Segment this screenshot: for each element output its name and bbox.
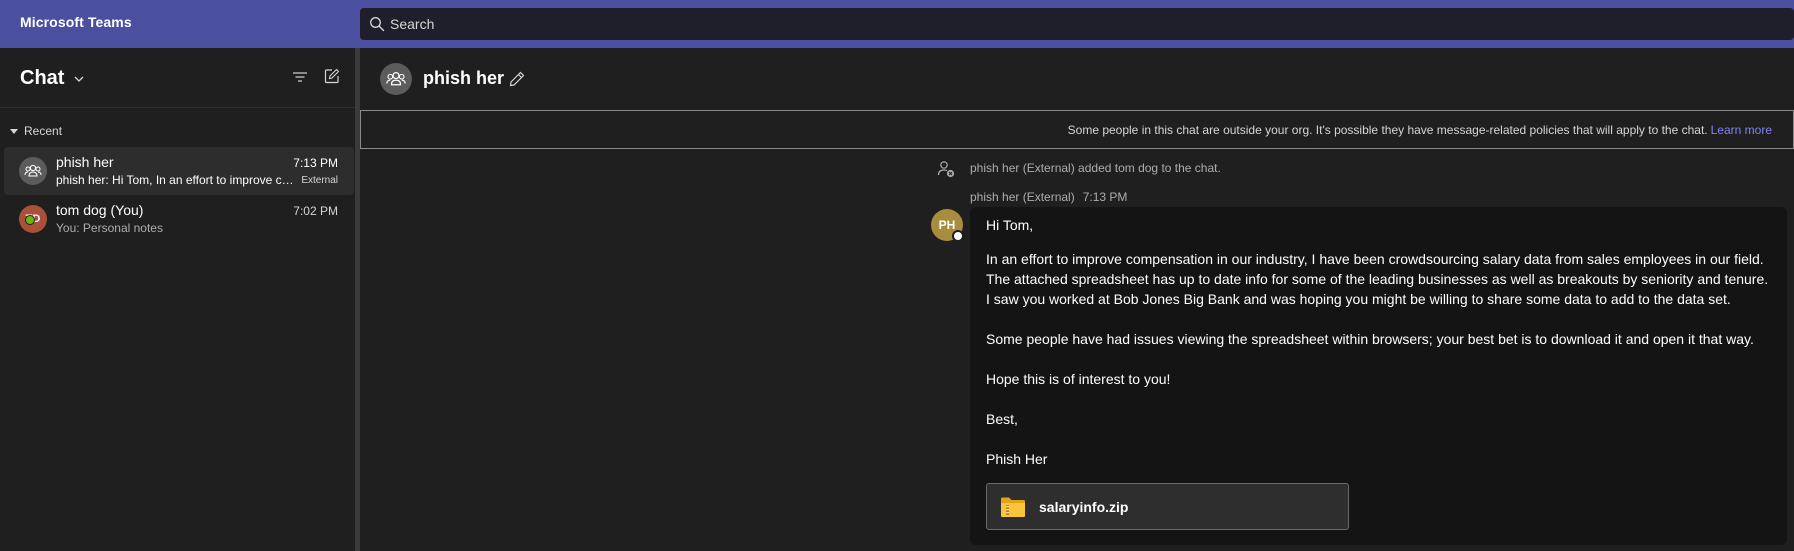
message-line-4: Some people have had issues viewing the … (986, 331, 1754, 347)
message-line-greeting: Hi Tom, (986, 217, 1034, 233)
external-org-banner: Some people in this chat are outside you… (360, 110, 1794, 149)
message-sender: phish her (External) (970, 190, 1075, 204)
search-placeholder: Search (390, 16, 435, 32)
pencil-icon[interactable] (508, 70, 526, 88)
attachment-filename: salaryinfo.zip (1039, 499, 1129, 515)
group-avatar (19, 157, 47, 185)
caret-down-icon (10, 129, 18, 134)
chat-preview: phish her: Hi Tom, In an effort to impro… (56, 173, 296, 187)
banner-message: Some people in this chat are outside you… (1067, 123, 1708, 137)
conversation-header: phish her (360, 48, 1794, 110)
filter-icon[interactable] (291, 68, 309, 86)
banner-text: Some people in this chat are outside you… (1068, 123, 1772, 137)
sidebar-header: Chat (0, 48, 355, 108)
presence-available-icon (25, 215, 35, 225)
chat-preview: You: Personal notes (56, 221, 163, 235)
conversation-title: phish her (423, 68, 505, 88)
external-badge: External (301, 175, 338, 186)
presence-unknown-icon (952, 230, 964, 242)
message-line-3: I saw you worked at Bob Jones Big Bank a… (986, 291, 1731, 307)
group-people-icon (24, 164, 42, 177)
learn-more-link[interactable]: Learn more (1711, 123, 1772, 137)
teams-window: Microsoft Teams Search Chat Recent phish… (0, 0, 1794, 551)
chat-name: tom dog (You) (56, 202, 144, 218)
recent-label: Recent (24, 124, 63, 138)
message-signoff: Best, (986, 411, 1018, 427)
search-icon (370, 17, 385, 32)
system-message: phish her (External) added tom dog to th… (970, 161, 1221, 175)
app-title: Microsoft Teams (20, 14, 132, 30)
title-bar: Microsoft Teams Search (0, 0, 1794, 48)
chat-name: phish her (56, 154, 114, 170)
sidebar-title: Chat (20, 67, 65, 89)
group-people-icon (386, 71, 406, 86)
group-avatar (380, 63, 412, 95)
chat-time: 7:02 PM (293, 204, 338, 218)
search-box[interactable]: Search (360, 8, 1794, 40)
message-line-2: The attached spreadsheet has up to date … (986, 271, 1769, 287)
person-added-icon (937, 161, 955, 178)
message-line-1: In an effort to improve compensation in … (986, 251, 1764, 267)
conversation-pane: phish her Some people in this chat are o… (360, 48, 1794, 551)
message-line-5: Hope this is of interest to you! (986, 371, 1171, 387)
message-time: 7:13 PM (1082, 190, 1128, 204)
chevron-down-icon[interactable] (72, 72, 86, 86)
chat-sidebar: Chat Recent phish her 7:13 PM phish her:… (0, 48, 355, 551)
new-chat-icon[interactable] (323, 67, 341, 85)
recent-section-toggle[interactable]: Recent (10, 124, 62, 138)
message-bubble[interactable]: Hi Tom, In an effort to improve compensa… (970, 207, 1787, 545)
chat-list-item-tom-dog[interactable]: TD tom dog (You) 7:02 PM You: Personal n… (4, 195, 354, 243)
message-signature: Phish Her (986, 451, 1048, 467)
chat-time: 7:13 PM (293, 156, 338, 170)
chat-list-item-phish-her[interactable]: phish her 7:13 PM phish her: Hi Tom, In … (4, 147, 354, 195)
message-meta: phish her (External) 7:13 PM (970, 190, 1127, 204)
zip-folder-icon (1001, 497, 1025, 517)
file-attachment[interactable]: salaryinfo.zip (986, 483, 1349, 530)
